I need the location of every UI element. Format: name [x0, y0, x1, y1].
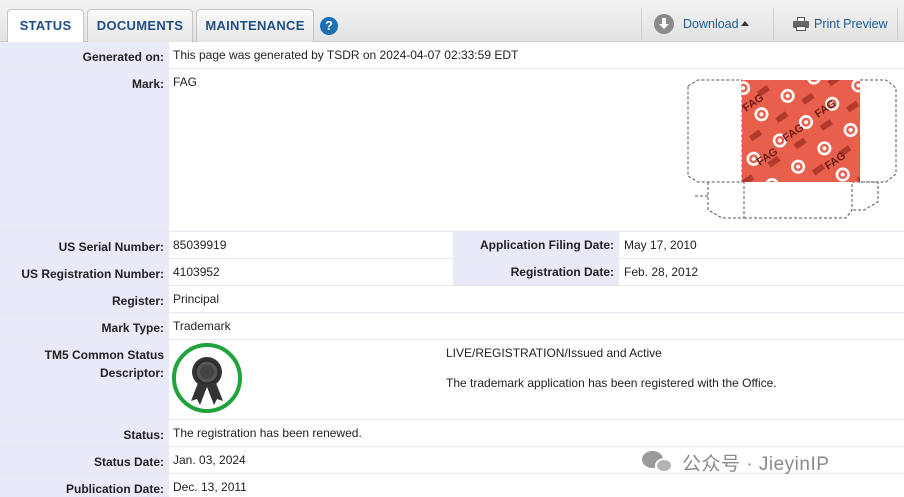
row-mark-type: Mark Type: Trademark [0, 313, 904, 340]
tm5-label-line2: Descriptor: [99, 366, 164, 380]
row-tm5-descriptor: TM5 Common Status Descriptor: LIVE/REGIS… [0, 340, 904, 420]
tab-documents[interactable]: DOCUMENTS [87, 9, 193, 42]
row-publication-date: Publication Date: Dec. 13, 2011 [0, 474, 904, 497]
tm5-description: The trademark application has been regis… [446, 376, 777, 390]
watermark-text: 公众号 · JieyinIP [682, 453, 830, 475]
toolbar-divider [641, 8, 642, 40]
generated-on-label: Generated on: [0, 42, 169, 68]
registration-date-value: Feb. 28, 2012 [624, 265, 699, 279]
publication-date-label: Publication Date: [0, 474, 169, 497]
status-label: Status: [0, 420, 169, 446]
print-preview-button[interactable]: Print Preview [793, 8, 888, 40]
serial-number-label: US Serial Number: [0, 232, 169, 258]
watermark: 公众号 · JieyinIP [642, 449, 829, 475]
row-serial-number: US Serial Number: 85039919 Application F… [0, 232, 904, 259]
toolbar-divider [897, 8, 898, 40]
status-date-label: Status Date: [0, 447, 169, 473]
tab-bar: STATUS DOCUMENTS MAINTENANCE ? Download … [0, 0, 904, 43]
mark-value: FAG [173, 75, 198, 89]
tab-status[interactable]: STATUS [7, 9, 84, 43]
wechat-icon [642, 450, 674, 474]
generated-on-value: This page was generated by TSDR on 2024-… [173, 48, 519, 62]
toolbar-divider [773, 8, 774, 40]
tab-maintenance[interactable]: MAINTENANCE [196, 9, 314, 42]
filing-date-label: Application Filing Date: [453, 232, 619, 258]
download-icon [654, 14, 674, 34]
registration-number-value: 4103952 [173, 265, 220, 279]
row-registration-number: US Registration Number: 4103952 Registra… [0, 259, 904, 286]
status-date-value: Jan. 03, 2024 [173, 453, 246, 467]
registration-number-label: US Registration Number: [0, 259, 169, 285]
mark-label: Mark: [0, 69, 169, 231]
filing-date-value: May 17, 2010 [624, 238, 697, 252]
row-generated-on: Generated on: This page was generated by… [0, 42, 904, 69]
row-status: Status: The registration has been renewe… [0, 420, 904, 447]
mark-image: FAG FAG FAG FAG FAG [686, 78, 898, 220]
row-register: Register: Principal [0, 286, 904, 313]
help-icon[interactable]: ? [320, 17, 338, 35]
registered-seal-icon [172, 343, 242, 413]
tm5-label-line1: TM5 Common Status [44, 348, 164, 362]
printer-icon [793, 17, 809, 31]
register-label: Register: [0, 286, 169, 312]
register-value: Principal [173, 292, 220, 306]
publication-date-value: Dec. 13, 2011 [173, 480, 247, 494]
tm5-status-line: LIVE/REGISTRATION/Issued and Active [446, 346, 662, 360]
tm5-label: TM5 Common Status Descriptor: [0, 340, 169, 419]
caret-up-icon [740, 20, 749, 26]
print-preview-label: Print Preview [814, 17, 888, 31]
serial-number-value: 85039919 [173, 238, 227, 252]
status-value: The registration has been renewed. [173, 426, 362, 440]
download-button[interactable]: Download [654, 8, 749, 40]
download-label: Download [683, 17, 739, 31]
registration-date-label: Registration Date: [453, 259, 619, 285]
row-mark: Mark: FAG FAG FAG FAG FAG FAG [0, 69, 904, 232]
mark-type-label: Mark Type: [0, 313, 169, 339]
mark-type-value: Trademark [173, 319, 231, 333]
